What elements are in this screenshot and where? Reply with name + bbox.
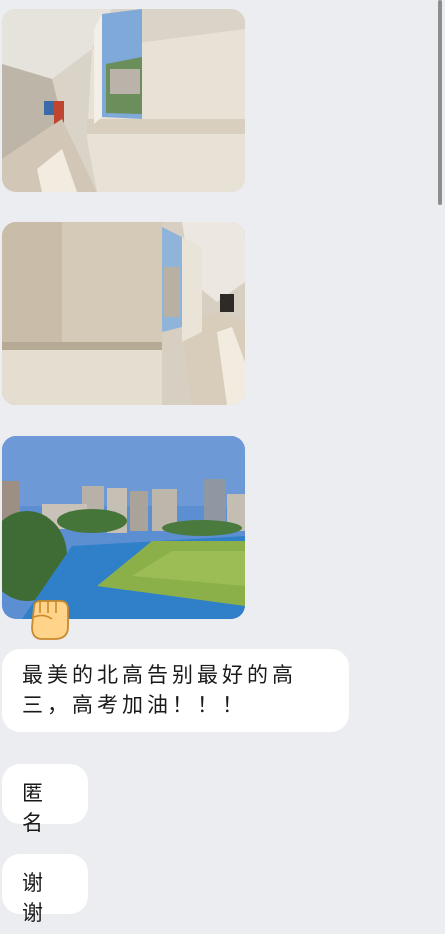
- message-text: 最美的北高告别最好的高三，高考加油！！！: [22, 663, 297, 717]
- scrollbar[interactable]: [438, 0, 442, 205]
- message-bubble-anonymous[interactable]: 匿名: [2, 764, 88, 835]
- corridor-photo-1: [2, 9, 245, 192]
- message-bubble-thanks[interactable]: 谢谢: [2, 854, 88, 925]
- chat-window: 最美的北高告别最好的高三，高考加油！！！ 匿名 谢谢: [0, 0, 445, 934]
- image-message-campus-field[interactable]: [2, 436, 245, 619]
- campus-field-photo: [2, 436, 245, 619]
- image-message-corridor-2[interactable]: [2, 222, 245, 405]
- message-text: 谢谢: [22, 871, 47, 925]
- message-bubble-cheer[interactable]: 最美的北高告别最好的高三，高考加油！！！: [2, 649, 349, 732]
- message-text: 匿名: [22, 781, 47, 835]
- corridor-photo-2: [2, 222, 245, 405]
- raised-fist-icon: [26, 597, 76, 641]
- image-message-corridor-1[interactable]: [2, 9, 245, 192]
